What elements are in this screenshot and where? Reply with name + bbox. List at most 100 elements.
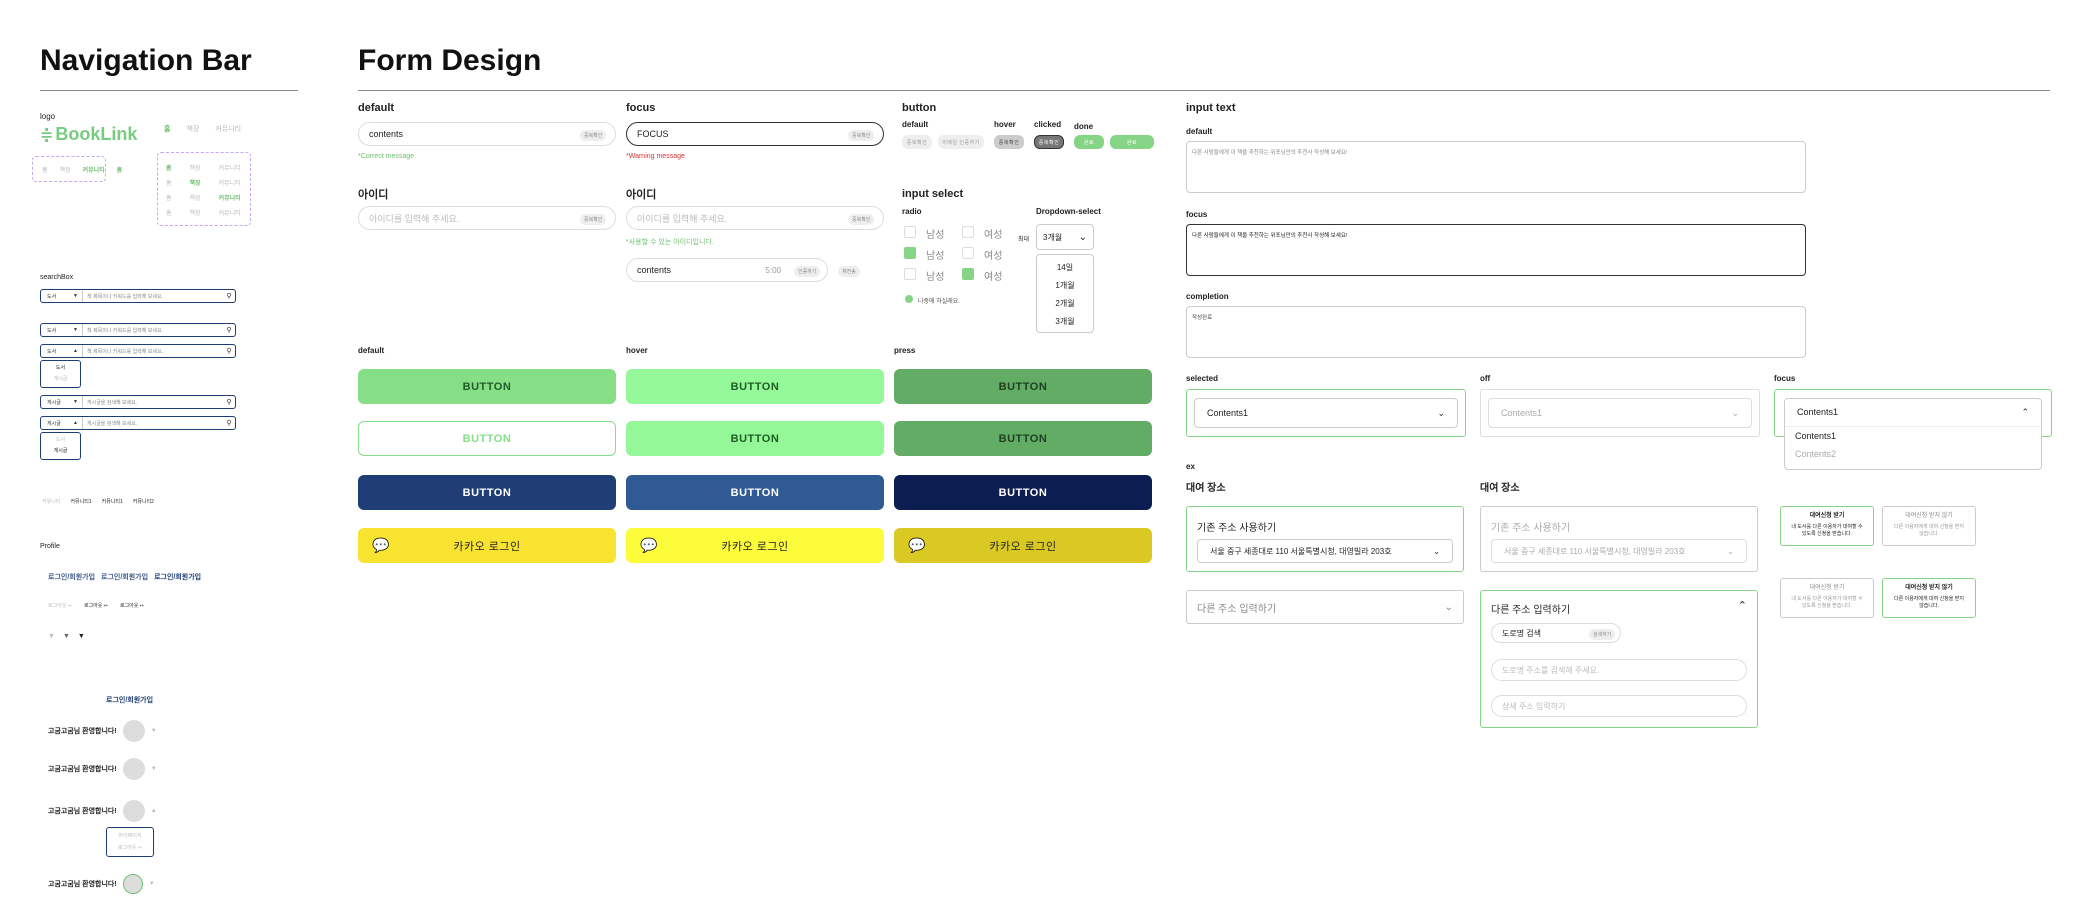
avatar[interactable] xyxy=(122,758,145,780)
email-verify-btn[interactable]: 이메일 인증하기 xyxy=(938,135,984,149)
period-option[interactable]: 2개월 xyxy=(1037,295,1093,313)
grid-comm-1[interactable]: 커뮤니티 xyxy=(219,162,241,177)
green-button-default[interactable]: BUTTON xyxy=(358,369,616,404)
duplicate-check-chip[interactable]: 중복확인 xyxy=(848,130,875,141)
grid-shelf-4[interactable]: 책장 xyxy=(190,207,201,222)
green-button-press[interactable]: BUTTON xyxy=(894,369,1152,404)
green-button-hover[interactable]: BUTTON xyxy=(626,369,884,404)
small-btn-default[interactable]: 중복확인 xyxy=(902,135,932,149)
period-option[interactable]: 3개월 xyxy=(1037,313,1093,331)
duplicate-check-chip[interactable]: 중복확인 xyxy=(848,214,875,225)
navy-button-press[interactable]: BUTTON xyxy=(894,475,1152,510)
period-option[interactable]: 14일 xyxy=(1037,259,1093,277)
resend-chip[interactable]: 재전송 xyxy=(838,266,860,277)
dd-option[interactable]: 게시글 xyxy=(41,374,80,385)
contents-input-default[interactable]: contents xyxy=(358,122,616,146)
search-input[interactable]: 게시글을 검색해 보세요. xyxy=(83,420,223,427)
small-btn-done-wide[interactable]: 완료 xyxy=(1110,135,1154,149)
grid-home-3[interactable]: 홈 xyxy=(166,192,172,207)
search-icon[interactable]: ⚲ xyxy=(223,398,235,406)
search-box-1[interactable]: 도서 ▼ 책 제목이나 키워드를 입력해 보세요. ⚲ xyxy=(40,289,236,303)
select-focus[interactable]: Contents1 ⌃ Contents1 Contents2 xyxy=(1784,398,2042,470)
welcome-row-1[interactable]: 고굼고굼님 환영합니다! ▼ xyxy=(48,720,157,742)
search-box-2[interactable]: 도서 ▼ 책 제목이나 키워드를 입력해 보세요. ⚲ xyxy=(40,323,236,337)
dd-option[interactable]: 도서 xyxy=(41,435,80,446)
booklink-logo[interactable]: ≑ BookLink xyxy=(40,124,137,145)
grid-shelf-1[interactable]: 책장 xyxy=(190,162,201,177)
login-link[interactable]: 로그인/회원가입 xyxy=(154,572,201,582)
search-icon[interactable]: ⚲ xyxy=(223,347,235,355)
search-box-5[interactable]: 게시글 ▲ 게시글을 검색해 보세요. ⚲ xyxy=(40,416,236,430)
avatar[interactable] xyxy=(122,720,145,742)
recommend-textarea-complete[interactable]: 작성완료 xyxy=(1186,306,1806,358)
radio-female-2[interactable] xyxy=(962,247,974,259)
tab-bookshelf[interactable]: 책장 xyxy=(186,124,199,134)
rental-card-decline[interactable]: 대여신청 받지 않기 다른 이용자에게 대여 신청을 받지 않습니다. xyxy=(1882,506,1976,546)
search-select[interactable]: 게시글 xyxy=(47,399,61,406)
verify-chip[interactable]: 인증하기 xyxy=(794,266,821,277)
grid-home-2[interactable]: 홈 xyxy=(166,177,172,192)
search-select[interactable]: 도서 xyxy=(47,348,56,355)
caret-down-icon[interactable]: ▼ xyxy=(48,633,55,640)
page-link[interactable]: 커뮤니티1 xyxy=(70,498,91,505)
mypage-item[interactable]: 마이페이지 xyxy=(107,830,153,842)
other-address-collapsed[interactable]: 다른 주소 입력하기 ⌄ xyxy=(1186,590,1464,624)
search-select[interactable]: 도서 xyxy=(47,293,56,300)
small-tab-1[interactable]: 홈 xyxy=(42,165,48,174)
dd-option[interactable]: 도서 xyxy=(41,363,80,374)
welcome-row-2[interactable]: 고굼고굼님 환영합니다! ▼ xyxy=(48,758,157,780)
caret-down-icon[interactable]: ▼ xyxy=(149,881,155,887)
kakao-login-default[interactable]: 💬 카카오 로그인 xyxy=(358,528,616,563)
search-select[interactable]: 도서 xyxy=(47,327,56,334)
recommend-textarea-default[interactable]: 다른 사람들에게 이 책을 추천하는 위포님만의 추천사 작성해 보세요! xyxy=(1186,141,1806,193)
tab-home[interactable]: 홈 xyxy=(164,124,170,134)
logout-item[interactable]: 로그아웃 ↦ xyxy=(48,602,72,609)
search-box-3[interactable]: 도서 ▲ 책 제목이나 키워드를 입력해 보세요. ⚲ xyxy=(40,344,236,358)
radio-male-1[interactable] xyxy=(904,226,916,238)
navy-button-default[interactable]: BUTTON xyxy=(358,475,616,510)
logout-item[interactable]: 로그아웃 ↦ xyxy=(120,602,144,609)
grid-home-4[interactable]: 홈 xyxy=(166,207,172,222)
avatar[interactable] xyxy=(122,800,145,822)
search-select[interactable]: 게시글 xyxy=(47,420,61,427)
small-tab-3[interactable]: 커뮤니티 xyxy=(83,165,105,174)
detail-address-input[interactable]: 상세 주소 입력하기 xyxy=(1491,695,1747,717)
small-tab-2[interactable]: 책장 xyxy=(60,165,71,174)
rental-card-decline-selected[interactable]: 대여신청 받지 않기 다른 이용자에게 대여 신청을 받지 않습니다. xyxy=(1882,578,1976,618)
page-link[interactable]: 커뮤니티2 xyxy=(133,498,154,505)
caret-down-icon[interactable]: ▼ xyxy=(151,766,157,772)
small-tab-4[interactable]: 홈 xyxy=(117,165,123,174)
search-icon[interactable]: ⚲ xyxy=(223,419,235,427)
id-input-2[interactable]: 아이디를 입력해 주세요. xyxy=(626,206,884,230)
recommend-textarea-focus[interactable]: 다른 사람들에게 이 책을 추천하는 위포님만의 추천사 작성해 보세요! xyxy=(1186,224,1806,276)
select-option[interactable]: Contents2 xyxy=(1785,445,2041,463)
road-search-chip[interactable]: 검색하기 xyxy=(1589,629,1616,640)
chevron-up-icon[interactable]: ⌃ xyxy=(1738,599,1747,612)
small-btn-hover[interactable]: 중복확인 xyxy=(994,135,1024,149)
kakao-login-press[interactable]: 💬 카카오 로그인 xyxy=(894,528,1152,563)
welcome-row-3[interactable]: 고굼고굼님 환영합니다! ▲ xyxy=(48,800,157,822)
address-select[interactable]: 서울 중구 세종대로 110 서울특별시청, 대영빌라 203호 ⌄ xyxy=(1491,539,1747,563)
login-link[interactable]: 로그인/회원가입 xyxy=(48,572,95,582)
grid-home-1[interactable]: 홈 xyxy=(166,162,172,177)
small-btn-done[interactable]: 완료 xyxy=(1074,135,1104,149)
tab-community[interactable]: 커뮤니티 xyxy=(215,124,241,134)
address-select[interactable]: 서울 중구 세종대로 110 서울특별시청, 대영빌라 203호 ⌄ xyxy=(1197,539,1453,563)
avatar[interactable] xyxy=(122,874,143,894)
small-btn-clicked[interactable]: 중복확인 xyxy=(1034,135,1064,149)
outline-button-hover[interactable]: BUTTON xyxy=(626,421,884,456)
id-input[interactable]: 아이디를 입력해 주세요. xyxy=(358,206,616,230)
logout-item[interactable]: 로그아웃 ↦ xyxy=(107,842,153,854)
address-card-off[interactable]: 기존 주소 사용하기 서울 중구 세종대로 110 서울특별시청, 대영빌라 2… xyxy=(1480,506,1758,572)
outline-button-default[interactable]: BUTTON xyxy=(358,421,616,456)
select-option[interactable]: Contents1 xyxy=(1785,427,2041,445)
grid-comm-2[interactable]: 커뮤니티 xyxy=(219,177,241,192)
period-dropdown[interactable]: 3개월 ⌄ xyxy=(1036,224,1094,250)
caret-down-icon[interactable]: ▼ xyxy=(78,633,85,640)
caret-down-icon[interactable]: ▼ xyxy=(63,633,70,640)
period-option[interactable]: 1개월 xyxy=(1037,277,1093,295)
search-icon[interactable]: ⚲ xyxy=(223,292,235,300)
login-link[interactable]: 로그인/회원가입 xyxy=(101,572,148,582)
welcome-row-4[interactable]: 고굼고굼님 환영합니다! ▼ xyxy=(48,874,155,894)
outline-button-press[interactable]: BUTTON xyxy=(894,421,1152,456)
